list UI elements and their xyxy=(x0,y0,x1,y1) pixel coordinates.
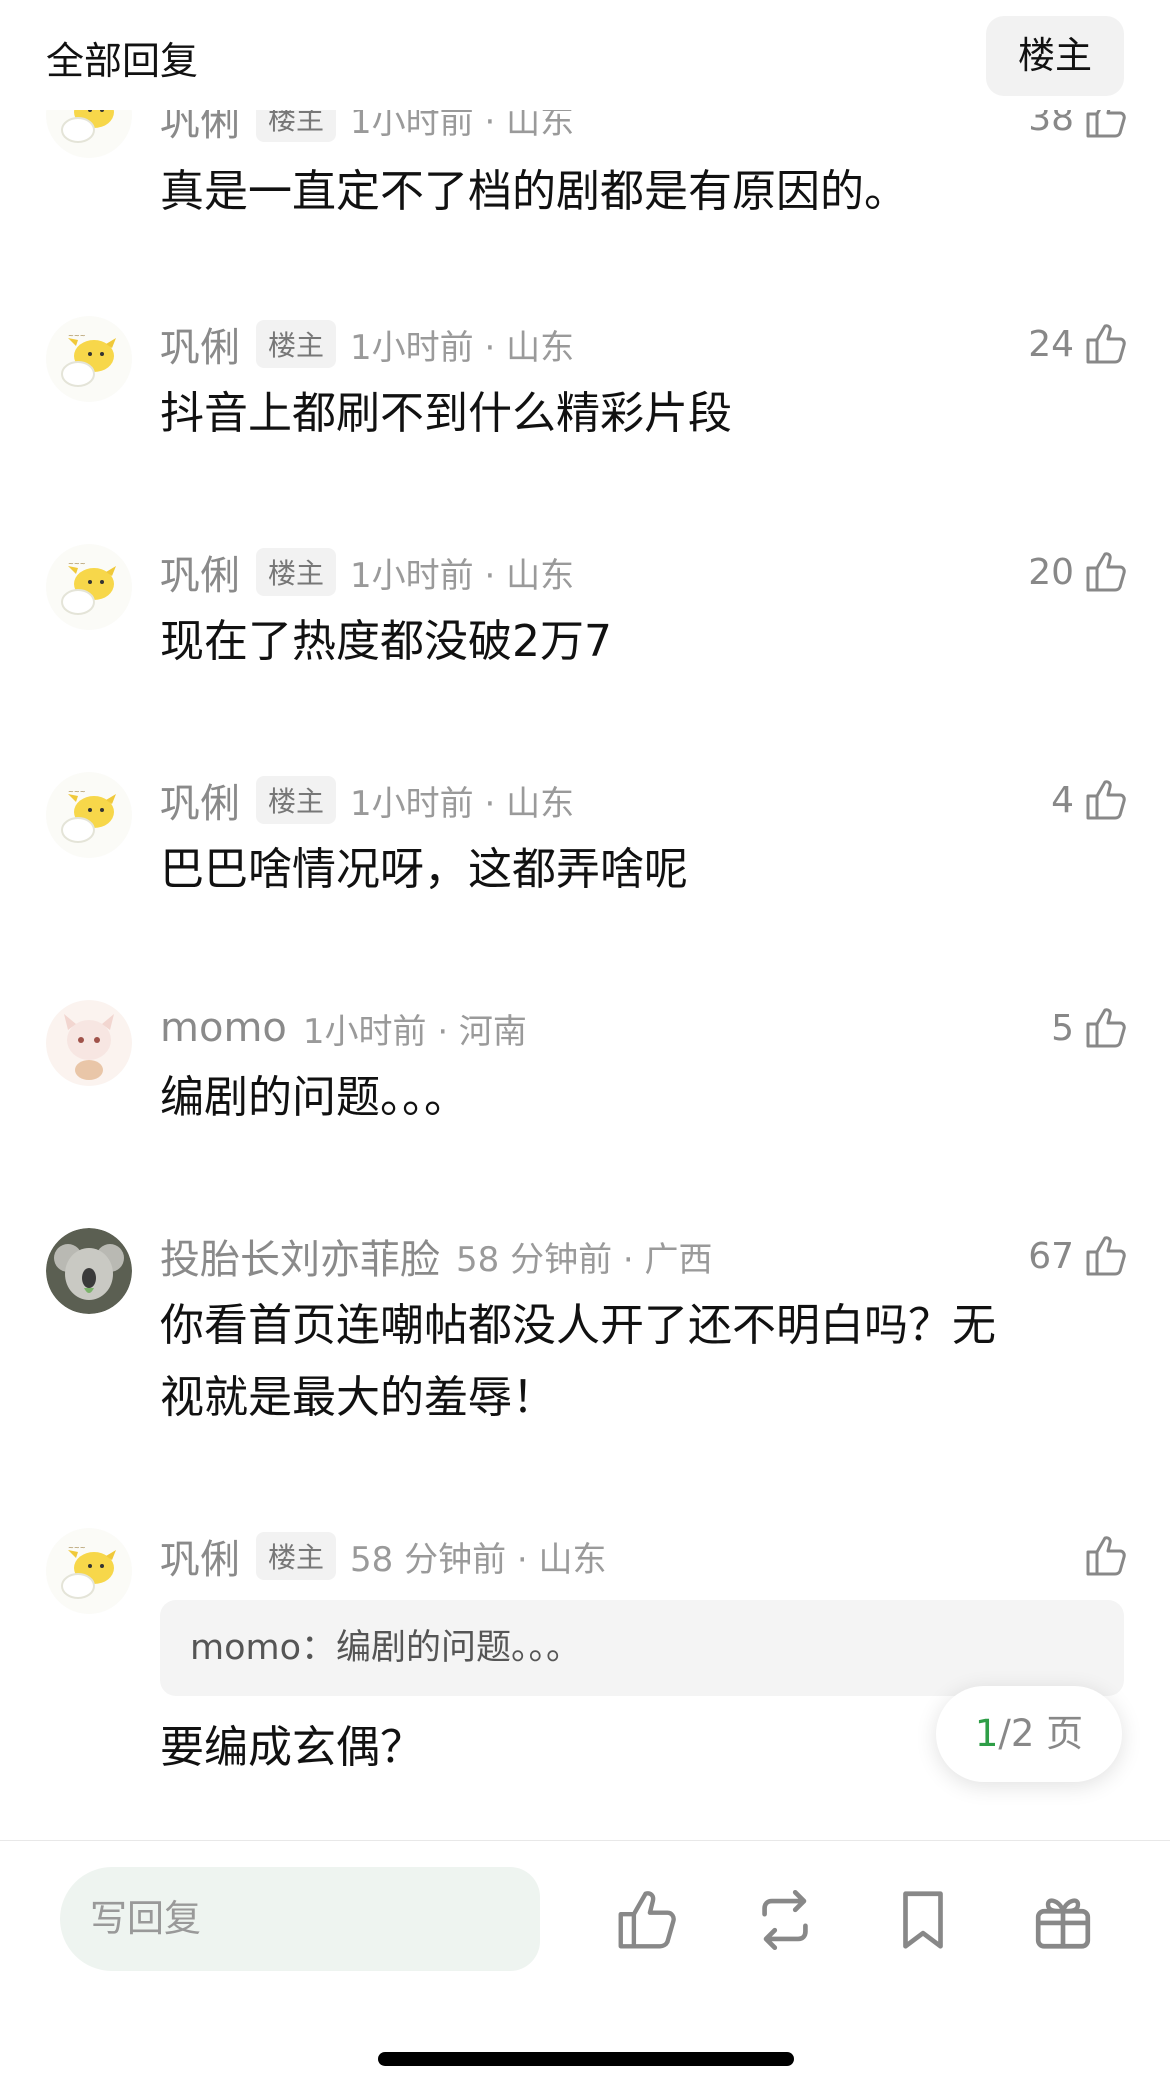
comment-text: 现在了热度都没破2万7 xyxy=(160,616,612,667)
thumbs-up-icon[interactable] xyxy=(612,1885,682,1955)
op-badge: 楼主 xyxy=(256,320,337,368)
like-button[interactable]: 4 xyxy=(1051,772,1130,828)
avatar[interactable] xyxy=(46,1228,132,1314)
op-badge: 楼主 xyxy=(256,1532,337,1580)
username[interactable]: 巩俐 xyxy=(160,771,240,829)
comment-text: 巴巴啥情况呀，这都弄啥呢 xyxy=(160,844,688,895)
comment-text: 真是一直定不了档的剧都是有原因的。 xyxy=(160,166,908,217)
comment-meta: 巩俐 楼主 1小时前 · 山东 xyxy=(160,316,574,372)
like-button[interactable]: 67 xyxy=(1028,1228,1130,1284)
op-badge: 楼主 xyxy=(256,548,337,596)
comment-meta: 巩俐 楼主 58 分钟前 · 山东 xyxy=(160,1528,607,1584)
like-button[interactable] xyxy=(1074,1528,1130,1584)
like-button[interactable]: 24 xyxy=(1028,316,1130,372)
like-count: 24 xyxy=(1028,323,1074,365)
time-location: 1小时前 · 山东 xyxy=(350,327,575,368)
op-only-filter-button[interactable]: 楼主 xyxy=(986,16,1124,96)
comment-text-line: 视就是最大的羞辱！ xyxy=(160,1372,556,1423)
like-count: 5 xyxy=(1051,1007,1074,1049)
repost-icon[interactable] xyxy=(750,1885,820,1955)
time-location: 58 分钟前 · 山东 xyxy=(350,1539,607,1580)
thumbs-up-icon xyxy=(1082,1232,1130,1280)
comment-text-line: 你看首页连嘲帖都没人开了还不明白吗？无 xyxy=(160,1300,996,1351)
username[interactable]: 巩俐 xyxy=(160,1527,240,1585)
time-location: 1小时前 · 山东 xyxy=(350,555,575,596)
like-button[interactable]: 20 xyxy=(1028,544,1130,600)
like-button[interactable]: 5 xyxy=(1051,1000,1130,1056)
thumbs-up-icon xyxy=(1082,1532,1130,1580)
thumbs-up-icon xyxy=(1082,548,1130,596)
comment-text: 抖音上都刷不到什么精彩片段 xyxy=(160,388,732,439)
time-location: 1小时前 · 山东 xyxy=(350,783,575,824)
username[interactable]: momo xyxy=(160,1005,287,1051)
avatar[interactable] xyxy=(46,1528,132,1614)
like-count: 20 xyxy=(1028,551,1074,593)
comment-list: 巩俐 楼主 1小时前 · 山东 38 真是一直定不了档的剧都是有原因的。 巩俐 … xyxy=(0,0,1170,1840)
username[interactable]: 投胎长刘亦菲脸 xyxy=(160,1227,440,1285)
thumbs-up-icon xyxy=(1082,776,1130,824)
pagination-button[interactable]: 1/2 页 xyxy=(936,1686,1122,1782)
time-location: 1小时前 · 河南 xyxy=(302,1011,527,1052)
page-title: 全部回复 xyxy=(46,39,199,83)
total-pages: /2 页 xyxy=(998,1712,1084,1755)
like-count: 67 xyxy=(1028,1235,1074,1277)
thumbs-up-icon xyxy=(1082,320,1130,368)
like-count: 4 xyxy=(1051,779,1074,821)
username[interactable]: 巩俐 xyxy=(160,315,240,373)
bookmark-icon[interactable] xyxy=(888,1885,958,1955)
home-indicator[interactable] xyxy=(378,2052,794,2066)
avatar[interactable] xyxy=(46,316,132,402)
time-location: 58 分钟前 · 广西 xyxy=(456,1239,713,1280)
quoted-reply[interactable]: momo：编剧的问题。。。 xyxy=(160,1600,1124,1696)
comment-meta: 巩俐 楼主 1小时前 · 山东 xyxy=(160,544,574,600)
header: 全部回复 楼主 xyxy=(0,0,1170,110)
avatar[interactable] xyxy=(46,544,132,630)
avatar[interactable] xyxy=(46,1000,132,1086)
reply-input[interactable]: 写回复 xyxy=(60,1867,540,1971)
thumbs-up-icon xyxy=(1082,1004,1130,1052)
comment-meta: momo 1小时前 · 河南 xyxy=(160,1000,527,1056)
gift-icon[interactable] xyxy=(1028,1885,1098,1955)
current-page: 1 xyxy=(974,1712,999,1755)
avatar[interactable] xyxy=(46,772,132,858)
comment-text: 编剧的问题。。。 xyxy=(160,1072,468,1123)
comment-meta: 投胎长刘亦菲脸 58 分钟前 · 广西 xyxy=(160,1228,713,1284)
op-badge: 楼主 xyxy=(256,776,337,824)
comment-text: 你看首页连嘲帖都没人开了还不明白吗？无 视就是最大的羞辱！ xyxy=(160,1290,1100,1434)
comment-meta: 巩俐 楼主 1小时前 · 山东 xyxy=(160,772,574,828)
bottom-action-bar: 写回复 xyxy=(0,1840,1170,2095)
username[interactable]: 巩俐 xyxy=(160,543,240,601)
